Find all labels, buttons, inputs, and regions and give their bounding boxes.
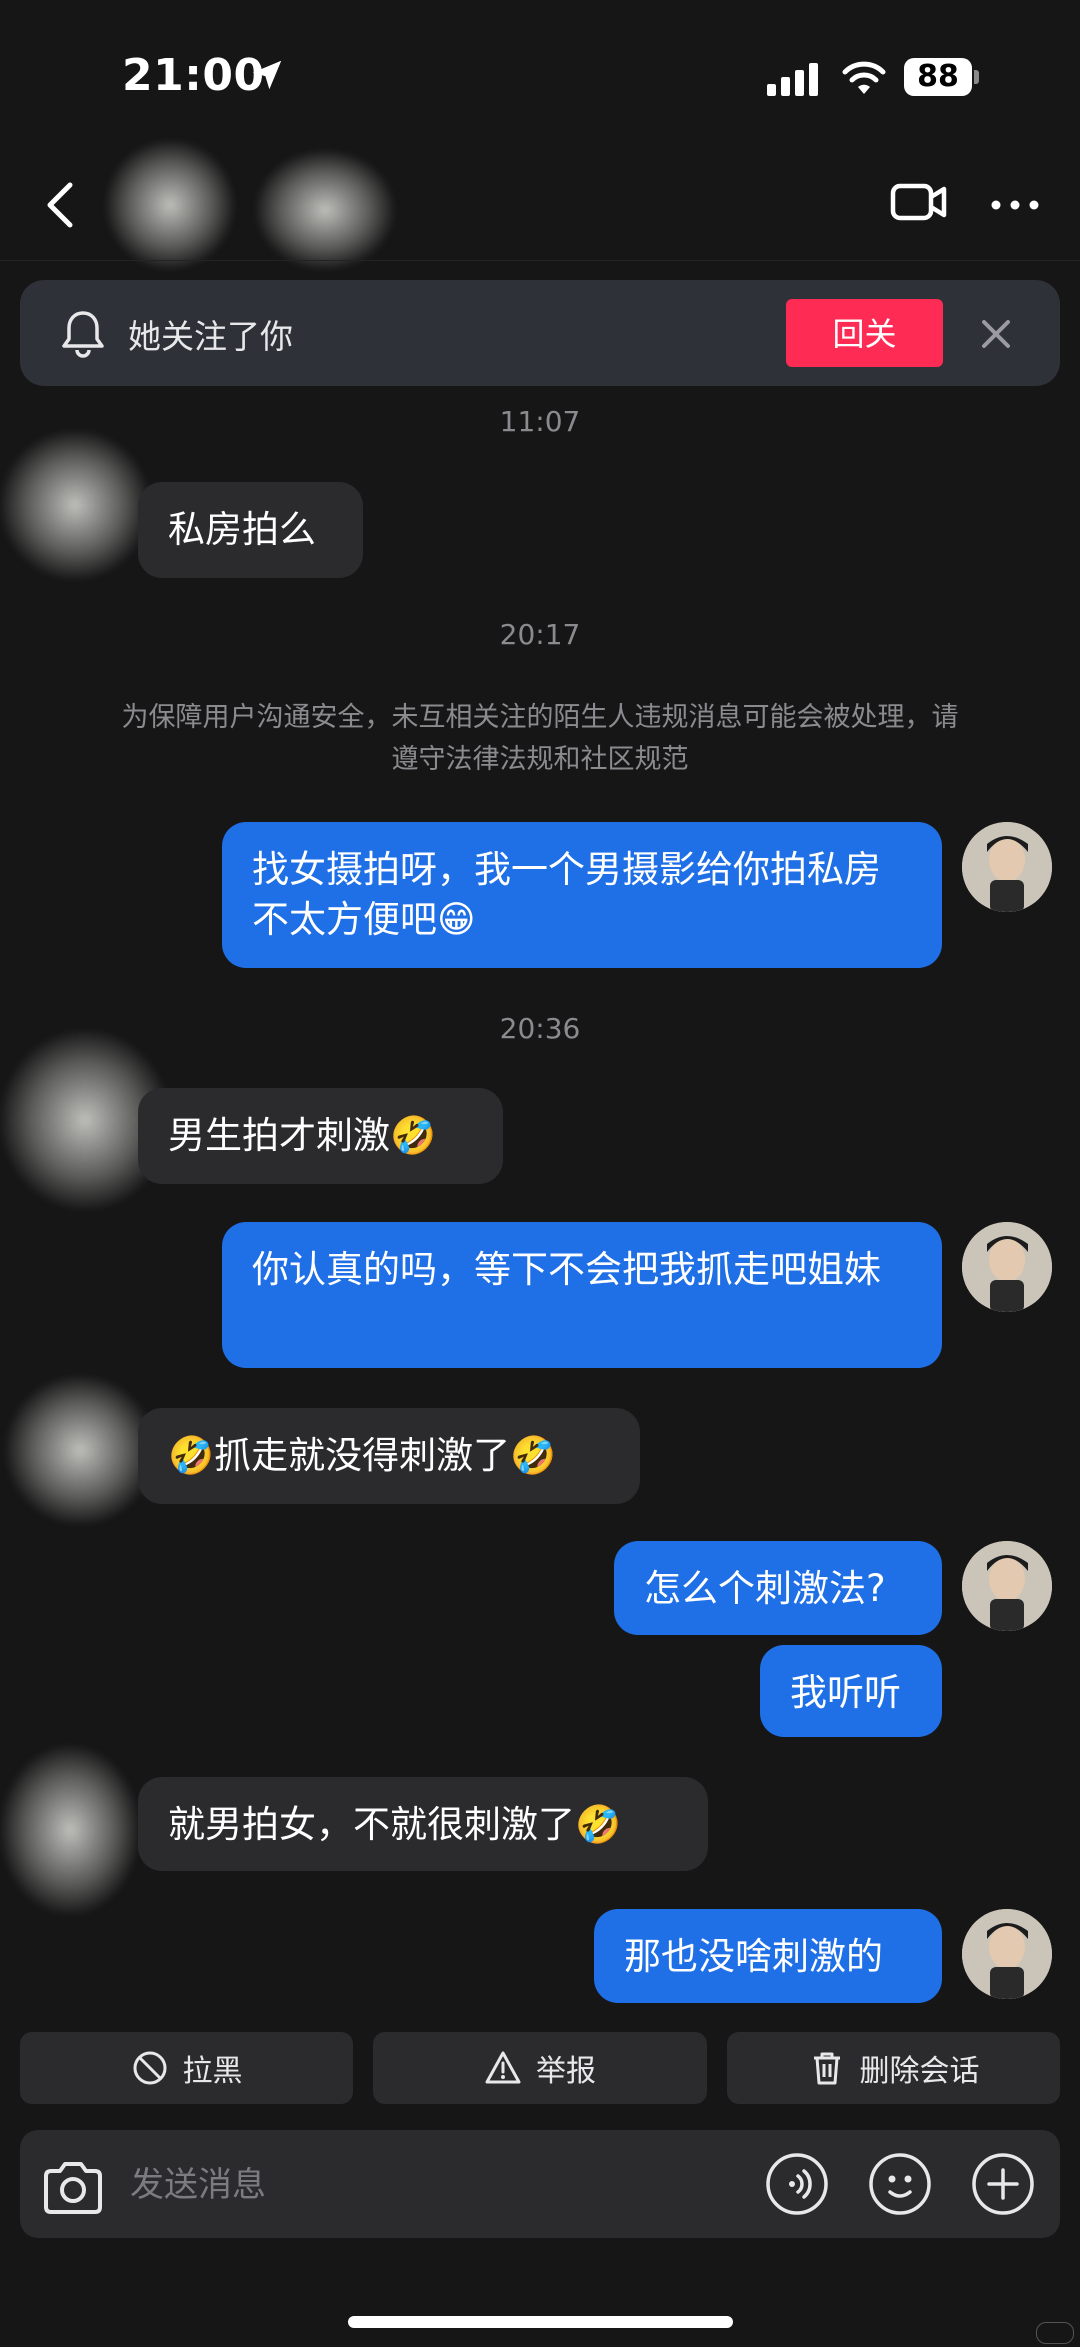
- outgoing-message[interactable]: 找女摄拍呀，我一个男摄影给你拍私房不太方便吧😁: [222, 822, 942, 968]
- delete-conversation-label: 删除会话: [859, 2054, 980, 2089]
- voice-message-icon[interactable]: [765, 2152, 829, 2216]
- block-icon: [133, 2051, 166, 2085]
- close-icon[interactable]: [978, 316, 1014, 352]
- home-indicator: [348, 2316, 733, 2328]
- block-label: 拉黑: [182, 2054, 243, 2089]
- redacted-contact-name: [255, 150, 395, 270]
- header-divider: [0, 260, 1080, 261]
- outgoing-message[interactable]: 我听听: [760, 1645, 942, 1737]
- incoming-message[interactable]: 🤣抓走就没得刺激了🤣: [138, 1408, 640, 1504]
- battery-indicator: 88: [904, 58, 972, 96]
- battery-tip: [974, 70, 979, 84]
- block-button[interactable]: 拉黑: [20, 2032, 353, 2104]
- message-input[interactable]: [128, 2150, 732, 2220]
- watermark-logo: [1036, 2322, 1074, 2344]
- timestamp: 11:07: [499, 405, 581, 438]
- outgoing-message[interactable]: 那也没啥刺激的: [594, 1909, 942, 2003]
- redacted-contact-avatar: [105, 140, 235, 270]
- back-chevron-icon[interactable]: [40, 180, 80, 230]
- outgoing-message[interactable]: 你认真的吗，等下不会把我抓走吧姐妹: [222, 1222, 942, 1368]
- warning-icon: [485, 2051, 521, 2084]
- my-avatar[interactable]: [962, 1222, 1052, 1312]
- bell-icon: [62, 311, 104, 358]
- video-call-icon[interactable]: [890, 180, 948, 224]
- camera-icon[interactable]: [40, 2160, 106, 2216]
- outgoing-message[interactable]: 怎么个刺激法?: [614, 1541, 942, 1635]
- delete-conversation-button[interactable]: 删除会话: [727, 2032, 1060, 2104]
- cellular-signal-icon: [767, 63, 818, 96]
- report-label: 举报: [536, 2054, 596, 2089]
- redacted-sender-avatar: [5, 1375, 155, 1525]
- incoming-message[interactable]: 就男拍女，不就很刺激了🤣: [138, 1777, 708, 1871]
- incoming-message[interactable]: 男生拍才刺激🤣: [138, 1088, 503, 1184]
- follow-back-button[interactable]: 回关: [786, 299, 943, 367]
- timestamp: 20:17: [499, 618, 581, 651]
- follow-notice-text: 她关注了你: [128, 317, 293, 356]
- incoming-message[interactable]: 私房拍么: [138, 482, 363, 578]
- my-avatar[interactable]: [962, 1541, 1052, 1631]
- safety-notice: 为保障用户沟通安全，未互相关注的陌生人违规消息可能会被处理，请遵守法律法规和社区…: [121, 702, 959, 775]
- more-options-icon[interactable]: [990, 195, 1040, 215]
- report-button[interactable]: 举报: [373, 2032, 707, 2104]
- redacted-sender-avatar: [0, 430, 150, 580]
- add-icon[interactable]: [971, 2152, 1035, 2216]
- my-avatar[interactable]: [962, 1909, 1052, 1999]
- trash-icon: [813, 2052, 840, 2085]
- my-avatar[interactable]: [962, 822, 1052, 912]
- emoji-icon[interactable]: [868, 2152, 932, 2216]
- status-time: 21:00: [122, 50, 265, 101]
- redacted-sender-avatar: [0, 1745, 140, 1915]
- location-arrow-icon: [252, 60, 282, 90]
- wifi-icon: [842, 61, 886, 94]
